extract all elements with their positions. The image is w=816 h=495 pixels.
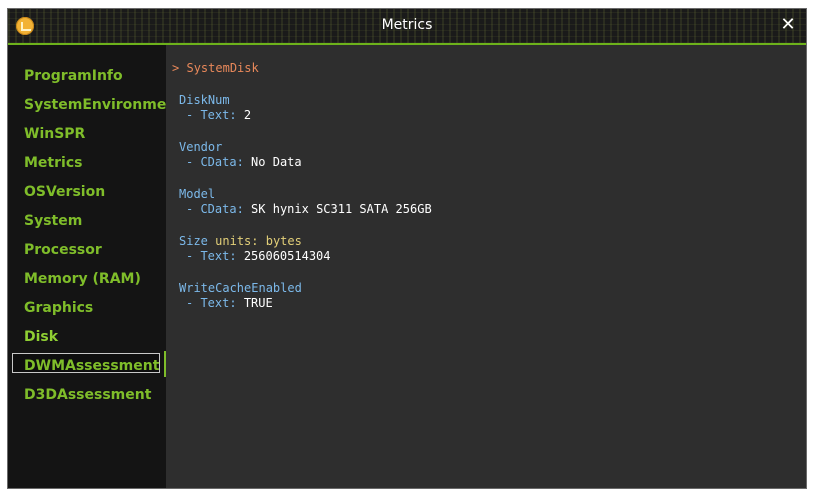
sidebar-item-graphics[interactable]: Graphics <box>24 299 93 317</box>
sidebar-item-metrics[interactable]: Metrics <box>24 154 82 172</box>
sidebar-item-osversion[interactable]: OSVersion <box>24 183 105 201</box>
detail-pane: > SystemDisk DiskNum - Text: 2 Vendor - … <box>166 45 806 488</box>
sidebar-item-memory[interactable]: Memory (RAM) <box>24 270 141 288</box>
section-header: > SystemDisk <box>172 61 259 75</box>
field-entry: - Text: TRUE <box>186 296 273 310</box>
field-name: Vendor <box>179 140 223 154</box>
sidebar-item-systemenvironment[interactable]: SystemEnvironment <box>24 96 183 114</box>
field-value: 2 <box>243 108 252 122</box>
field-key: Text: <box>200 296 237 310</box>
field-key-prefix: - <box>186 296 201 310</box>
field-value: 256060514304 <box>243 249 331 263</box>
section-marker: > <box>172 61 180 75</box>
field-entry: - Text: 2 <box>186 108 251 122</box>
units-value: bytes <box>265 234 302 248</box>
close-icon[interactable]: ✕ <box>778 15 798 35</box>
field-value: SK hynix SC311 SATA 256GB <box>251 202 432 216</box>
field-name: Model <box>179 187 216 201</box>
field-key-prefix: - <box>186 108 201 122</box>
field-value: TRUE <box>243 296 273 310</box>
field-key-prefix: - <box>186 202 201 216</box>
sidebar-item-d3dassessment[interactable]: D3DAssessment <box>24 386 151 404</box>
field-key-prefix: - <box>186 249 201 263</box>
field-name: WriteCacheEnabled <box>179 281 302 295</box>
field-key: Text: <box>200 108 237 122</box>
sidebar-item-programinfo[interactable]: ProgramInfo <box>24 67 123 85</box>
sidebar: ProgramInfo SystemEnvironment WinSPR Met… <box>8 45 183 488</box>
field-name: Size <box>179 234 208 248</box>
title-bar[interactable]: Metrics ✕ <box>8 9 806 43</box>
field-entry: - CData: SK hynix SC311 SATA 256GB <box>186 202 432 216</box>
section-title: SystemDisk <box>186 61 259 75</box>
units-label: units: <box>215 234 259 248</box>
field-key-prefix: - <box>186 155 201 169</box>
field-key: CData: <box>200 202 244 216</box>
field-key: CData: <box>200 155 244 169</box>
field-value: No Data <box>251 155 302 169</box>
field-key: Text: <box>200 249 237 263</box>
sidebar-item-dwmassessment[interactable]: DWMAssessment <box>24 357 159 375</box>
field-name: DiskNum <box>179 93 230 107</box>
sidebar-item-processor[interactable]: Processor <box>24 241 102 259</box>
sidebar-item-winspr[interactable]: WinSPR <box>24 125 85 143</box>
field-entry: - CData: No Data <box>186 155 302 169</box>
window-title: Metrics <box>381 17 433 33</box>
metrics-window: Metrics ✕ ProgramInfo SystemEnvironment … <box>7 8 807 489</box>
sidebar-item-system[interactable]: System <box>24 212 82 230</box>
field-entry: - Text: 256060514304 <box>186 249 331 263</box>
field-header: Size units: bytes <box>179 234 302 248</box>
sidebar-item-disk[interactable]: Disk <box>24 328 58 346</box>
